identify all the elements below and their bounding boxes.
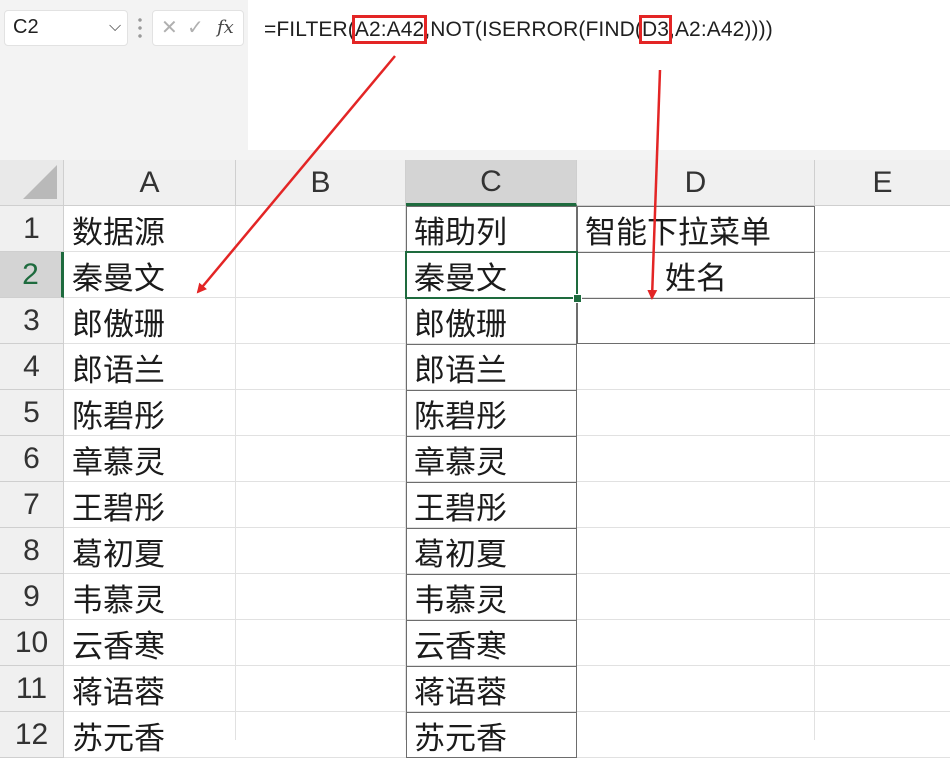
formula-bar-area: C2 ⌵ ✕ ✓ fx =FILTER(A2:A42,NOT(ISERROR(F… [0, 0, 950, 160]
grip-separator[interactable] [138, 16, 142, 40]
cell-c12[interactable]: 苏元香 [406, 712, 577, 758]
table-divider [406, 436, 577, 437]
row-header-4[interactable]: 4 [0, 344, 64, 390]
table-divider [577, 252, 815, 253]
row-header-9[interactable]: 9 [0, 574, 64, 620]
column-header-d[interactable]: D [577, 160, 815, 206]
cell-a10[interactable]: 云香寒 [64, 620, 236, 666]
cell-a5[interactable]: 陈碧彤 [64, 390, 236, 436]
row-header-3[interactable]: 3 [0, 298, 64, 344]
formula-input[interactable]: =FILTER(A2:A42,NOT(ISERROR(FIND(D3,A2:A4… [248, 0, 950, 150]
row-header-8[interactable]: 8 [0, 528, 64, 574]
cell-a8[interactable]: 葛初夏 [64, 528, 236, 574]
select-all-corner[interactable] [0, 160, 64, 206]
formula-ref-highlight: D3 [638, 15, 673, 44]
cell-a3[interactable]: 郎傲珊 [64, 298, 236, 344]
cell-c4[interactable]: 郎语兰 [406, 344, 577, 390]
row-header-6[interactable]: 6 [0, 436, 64, 482]
spreadsheet-grid[interactable]: A B C D E 1 数据源 辅助列 2 秦曼文 秦曼文 3 郎傲珊 郎傲珊 4 郎语兰 郎语兰 5 陈碧彤 陈碧彤… [0, 160, 950, 758]
table-divider [406, 528, 577, 529]
insert-function-icon[interactable]: fx [217, 17, 234, 38]
row-header-11[interactable]: 11 [0, 666, 64, 712]
cell-c10[interactable]: 云香寒 [406, 620, 577, 666]
column-header-c[interactable]: C [406, 160, 577, 206]
cell-d3[interactable] [577, 298, 815, 344]
row-header-1[interactable]: 1 [0, 206, 64, 252]
table-divider [406, 712, 577, 713]
column-header-b[interactable]: B [236, 160, 406, 206]
cell-a7[interactable]: 王碧彤 [64, 482, 236, 528]
table-divider [406, 390, 577, 391]
checkmark-icon[interactable]: ✓ [187, 15, 204, 39]
cell-a12[interactable]: 苏元香 [64, 712, 236, 758]
column-header-e[interactable]: E [815, 160, 950, 206]
cell-c1[interactable]: 辅助列 [406, 206, 577, 252]
row-header-12[interactable]: 12 [0, 712, 64, 758]
formula-part: =FILTER( [264, 18, 355, 41]
cell-c7[interactable]: 王碧彤 [406, 482, 577, 528]
formula-buttons: ✕ ✓ fx [152, 10, 244, 46]
column-header-a[interactable]: A [64, 160, 236, 206]
cell-c8[interactable]: 葛初夏 [406, 528, 577, 574]
cell-a4[interactable]: 郎语兰 [64, 344, 236, 390]
name-box-value: C2 [13, 16, 39, 38]
formula-text: =FILTER(A2:A42,NOT(ISERROR(FIND(D3,A2:A4… [264, 15, 773, 44]
cell-c3[interactable]: 郎傲珊 [406, 298, 577, 344]
cell-a11[interactable]: 蒋语蓉 [64, 666, 236, 712]
table-divider [406, 298, 577, 299]
formula-part: ,NOT(ISERROR(FIND( [424, 18, 642, 41]
cancel-icon[interactable]: ✕ [161, 15, 178, 39]
cell-c11[interactable]: 蒋语蓉 [406, 666, 577, 712]
table-divider [406, 666, 577, 667]
row-header-2[interactable]: 2 [0, 252, 64, 298]
table-divider [406, 574, 577, 575]
cell-a1[interactable]: 数据源 [64, 206, 236, 252]
cell-c5[interactable]: 陈碧彤 [406, 390, 577, 436]
formula-part: ,A2:A42)))) [669, 18, 773, 41]
cell-a6[interactable]: 章慕灵 [64, 436, 236, 482]
table-divider [406, 482, 577, 483]
table-divider [577, 298, 815, 299]
row-header-5[interactable]: 5 [0, 390, 64, 436]
row-header-10[interactable]: 10 [0, 620, 64, 666]
table-divider [406, 252, 577, 253]
table-divider [406, 620, 577, 621]
cell-a2[interactable]: 秦曼文 [64, 252, 236, 298]
select-all-icon [23, 165, 57, 199]
cell-c9[interactable]: 韦慕灵 [406, 574, 577, 620]
fill-handle[interactable] [573, 294, 582, 303]
cell-d1[interactable]: 智能下拉菜单 [577, 206, 815, 252]
name-box[interactable]: C2 ⌵ [4, 10, 128, 46]
table-divider [406, 344, 577, 345]
chevron-down-icon[interactable]: ⌵ [109, 16, 121, 36]
cell-d2[interactable]: 姓名 [577, 252, 815, 298]
cell-c2[interactable]: 秦曼文 [406, 252, 577, 298]
cell-c6[interactable]: 章慕灵 [406, 436, 577, 482]
row-header-7[interactable]: 7 [0, 482, 64, 528]
cell-a9[interactable]: 韦慕灵 [64, 574, 236, 620]
formula-range-highlight: A2:A42 [351, 15, 428, 44]
